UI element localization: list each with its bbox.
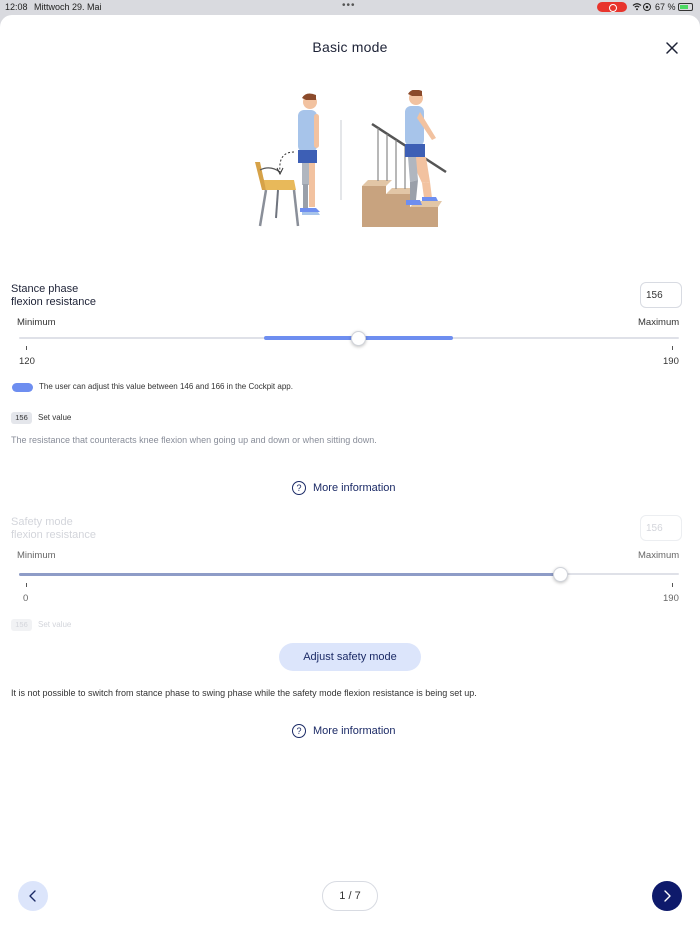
stance-max-label: Maximum xyxy=(638,317,680,328)
battery-percentage: 67 % xyxy=(655,2,676,12)
safety-label-line1: Safety mode xyxy=(11,516,73,528)
safety-slider-thumb xyxy=(553,567,569,582)
safety-set-value-badge: 156 xyxy=(11,619,32,631)
stance-min-tick xyxy=(26,346,27,350)
status-date: Mittwoch 29. Mai xyxy=(34,2,102,12)
range-legend-text: The user can adjust this value between 1… xyxy=(39,382,293,391)
adjust-safety-mode-button[interactable]: Adjust safety mode xyxy=(279,643,421,671)
status-bar: 12:08 Mittwoch 29. Mai ••• 67 % xyxy=(0,0,700,14)
screen-recording-icon[interactable] xyxy=(597,2,627,12)
safety-label-line2: flexion resistance xyxy=(11,529,96,541)
stance-more-information-label: More information xyxy=(313,482,396,494)
page-indicator: 1 / 7 xyxy=(322,881,378,911)
wifi-icon xyxy=(632,2,652,14)
stance-max-value: 190 xyxy=(663,356,679,367)
help-icon: ? xyxy=(292,481,306,495)
illustration-sitting-and-stairs xyxy=(250,89,450,235)
safety-min-label: Minimum xyxy=(17,550,56,561)
safety-min-tick xyxy=(26,583,27,587)
stance-label-line1: Stance phase xyxy=(11,283,79,295)
modal-sheet: Basic mode Stance phase flexion resistan… xyxy=(0,15,700,934)
stance-min-value: 120 xyxy=(19,356,35,367)
stance-set-value-label: Set value xyxy=(38,413,72,422)
standing-person-illustration xyxy=(298,93,320,215)
stance-min-label: Minimum xyxy=(17,317,56,328)
safety-value-input: 156 xyxy=(640,515,682,541)
stance-max-tick xyxy=(672,346,673,350)
safety-set-value-label: Set value xyxy=(38,620,72,629)
page-title: Basic mode xyxy=(312,39,388,55)
safety-min-value: 0 xyxy=(23,593,29,604)
safety-max-tick xyxy=(672,583,673,587)
stance-description: The resistance that counteracts knee fle… xyxy=(11,435,377,445)
chevron-left-icon xyxy=(29,890,36,902)
safety-max-label: Maximum xyxy=(638,550,680,561)
stance-value-input[interactable]: 156 xyxy=(640,282,682,308)
next-page-button[interactable] xyxy=(652,881,682,911)
safety-more-information-link[interactable]: ? More information xyxy=(292,724,396,740)
chevron-right-icon xyxy=(664,890,671,902)
help-icon: ? xyxy=(292,724,306,738)
close-icon[interactable] xyxy=(662,38,682,58)
stance-set-value-badge: 156 xyxy=(11,412,32,424)
safety-more-information-label: More information xyxy=(313,725,396,737)
stair-person-illustration xyxy=(405,89,438,205)
status-time: 12:08 xyxy=(5,2,28,12)
stance-label-line2: flexion resistance xyxy=(11,296,96,308)
stance-slider-track[interactable] xyxy=(19,336,679,340)
safety-label: Safety mode flexion resistance xyxy=(11,516,96,542)
safety-description: It is not possible to switch from stance… xyxy=(11,688,477,698)
safety-slider-fill xyxy=(19,572,561,576)
safety-max-value: 190 xyxy=(663,593,679,604)
safety-slider-track xyxy=(19,572,679,576)
chair-illustration xyxy=(255,162,300,227)
stance-more-information-link[interactable]: ? More information xyxy=(292,481,396,497)
stance-label: Stance phase flexion resistance xyxy=(11,283,96,309)
stairs-illustration xyxy=(362,122,447,227)
battery-icon xyxy=(678,3,693,11)
previous-page-button[interactable] xyxy=(18,881,48,911)
stance-slider-thumb[interactable] xyxy=(350,331,366,346)
range-legend-swatch xyxy=(12,383,33,392)
multitasking-dots-icon[interactable]: ••• xyxy=(342,0,356,11)
